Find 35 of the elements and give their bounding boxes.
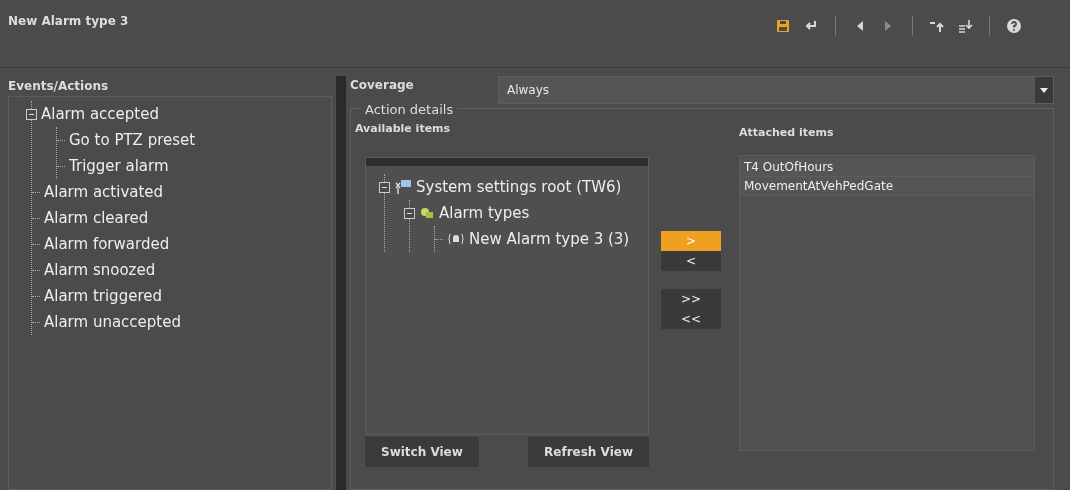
tree-item[interactable]: New Alarm type 3 (3): [469, 227, 630, 251]
move-down-icon[interactable]: [957, 18, 973, 34]
window-title: New Alarm type 3: [8, 13, 129, 30]
tree-item[interactable]: Alarm types: [439, 201, 530, 225]
tree-item[interactable]: System settings root (TW6): [416, 175, 622, 199]
panel-title: Events/Actions: [8, 78, 110, 95]
transfer-button[interactable]: <: [661, 251, 721, 271]
view-button[interactable]: Refresh View: [528, 437, 649, 467]
list-item[interactable]: T4 OutOfHours: [740, 158, 1034, 177]
tree-item[interactable]: Alarm snoozed: [44, 258, 156, 282]
save-icon[interactable]: [775, 18, 791, 34]
bell-icon: [447, 232, 465, 246]
tree-item[interactable]: Alarm accepted: [41, 102, 159, 126]
folder-icon: [419, 206, 435, 220]
coverage-dropdown[interactable]: Always: [498, 76, 1054, 104]
collapse-icon[interactable]: [26, 108, 37, 120]
tree-item[interactable]: Trigger alarm: [69, 154, 169, 178]
tree-item[interactable]: Go to PTZ preset: [69, 128, 196, 152]
collapse-icon[interactable]: [404, 207, 415, 219]
transfer-button[interactable]: >>: [661, 289, 721, 309]
coverage-label: Coverage: [350, 77, 415, 94]
view-button[interactable]: Switch View: [365, 437, 479, 467]
tree-item[interactable]: Alarm forwarded: [44, 232, 170, 256]
transfer-button[interactable]: <<: [661, 309, 721, 329]
tree-item[interactable]: Alarm triggered: [44, 284, 162, 308]
dropdown-caret-icon: [1040, 87, 1048, 93]
available-items-label: Available items: [355, 121, 452, 137]
attached-items-label: Attached items: [739, 125, 835, 141]
list-item[interactable]: MovementAtVehPedGate: [740, 177, 1034, 196]
tree-item[interactable]: Alarm cleared: [44, 206, 149, 230]
tree-item[interactable]: Alarm unaccepted: [44, 310, 181, 334]
help-icon[interactable]: [1006, 18, 1022, 34]
collapse-icon[interactable]: [379, 181, 390, 193]
tree-item[interactable]: Alarm activated: [44, 180, 164, 204]
computer-network-icon: [394, 179, 412, 195]
